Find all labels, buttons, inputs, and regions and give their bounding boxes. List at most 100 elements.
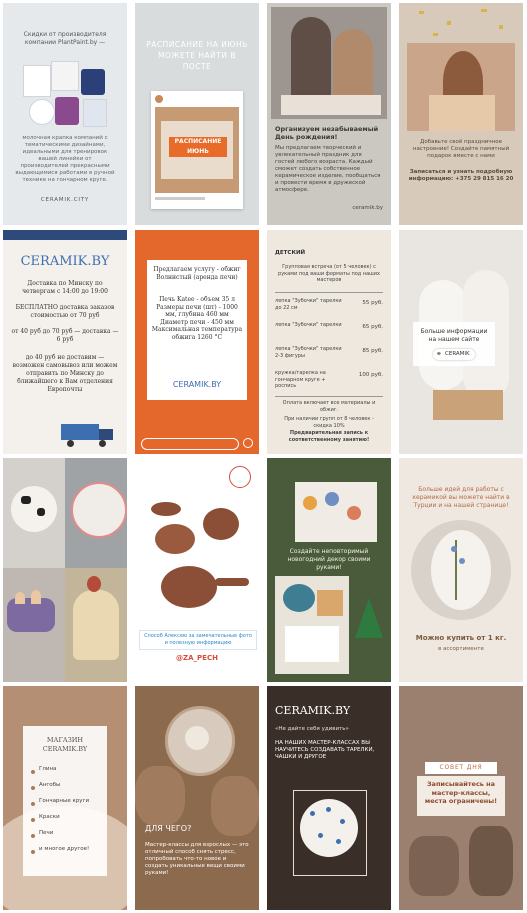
pricelist-header: ДЕТСКИЙ — [275, 250, 306, 256]
price-row: лепка "Зубочки" тарелки до 22 см 55 руб. — [275, 298, 383, 320]
shop-item: Краски — [31, 814, 103, 830]
price-item: лепка "Зубочки" тарелки — [275, 322, 342, 328]
story-tile-teapot[interactable]: Способ Алексею за замечательные фото и п… — [135, 458, 259, 682]
tile-price: Можно купить от 1 кг. — [415, 634, 507, 642]
tile-body: Мастер-классы для взрослых — это отличны… — [145, 842, 249, 876]
confetti — [399, 3, 523, 43]
tip-tag-label: СОВЕТ ДНЯ — [439, 764, 483, 771]
tile-body: Мы предлагаем творческий и увлекательный… — [275, 145, 381, 193]
plate-photo — [411, 520, 511, 620]
delivery-line-3: от 40 руб до 70 руб — доставка — 6 руб — [11, 328, 119, 343]
celebration-photo — [407, 43, 515, 131]
story-tile-schedule[interactable]: РАСПИСАНИЕ НА ИЮНЬ МОЖЕТЕ НАЙТИ В ПОСТЕ … — [135, 3, 259, 225]
shop-item: Печи — [31, 830, 103, 846]
decor-photo-bottom — [275, 576, 349, 674]
link-label: CERAMIK — [445, 351, 470, 357]
delivery-line-4: до 40 руб не доставим — возможен самовыв… — [12, 354, 118, 393]
story-tile-website[interactable]: Больше информации на нашем сайте ⚭ CERAM… — [399, 230, 523, 454]
tile-heading: ДЛЯ ЧЕГО? — [145, 824, 192, 833]
tile-footer: CERAMIK.CITY — [40, 197, 90, 203]
tile-note: в ассортименте — [438, 646, 484, 652]
delivery-line-2: БЕСПЛАТНО доставка заказов стоимостью от… — [15, 304, 115, 319]
story-tile-shop[interactable]: МАГАЗИН CERAMIK.BY Глина Ангобы Гончарны… — [3, 686, 127, 910]
tile-body: НА НАШИХ МАСТЕР-КЛАССАХ ВЫ НАУЧИТЕСЬ СОЗ… — [275, 740, 375, 760]
story-tile-kiln[interactable]: Предлагаем услугу - обжиг Волнистый (аре… — [135, 230, 259, 454]
tile-title: Скидки от производителя компании PlantPa… — [23, 31, 107, 46]
story-tile-masterclass[interactable]: CERAMIK.BY «Не дайте себя удивить» НА НА… — [267, 686, 391, 910]
price-item: лепка "Зубочки" тарелки до 22 см — [275, 298, 342, 311]
shop-item: Ангобы — [31, 782, 103, 798]
tip-card: Записывайтесь на мастер-классы, места ог… — [417, 776, 505, 816]
shop-item: Глина — [31, 766, 103, 782]
story-header-bar — [3, 230, 127, 240]
bullet-icon — [31, 770, 35, 774]
send-icon[interactable] — [243, 438, 253, 448]
decor-photo-top — [295, 482, 377, 542]
website-line-1: Больше информации — [420, 328, 488, 335]
tile-body: Больше идей для работы с керамикой вы мо… — [412, 486, 510, 509]
tip-body: Записывайтесь на мастер-классы, места ог… — [424, 780, 498, 805]
pricelist-note: Оплата включает все материалы и обжиг. — [282, 400, 376, 413]
price-row: лепка "Зубочки" тарелки 2-3 фигуры 85 ру… — [275, 346, 383, 368]
story-tile-delivery[interactable]: CERAMIK.BY Доставка по Минску по четверг… — [3, 230, 127, 454]
price-value: 65 руб. — [362, 324, 383, 330]
bullet-icon — [31, 850, 35, 854]
tile-body: молочная крапка компаний с тематическими… — [15, 135, 115, 183]
bullet-icon — [31, 818, 35, 822]
story-tile-birthday[interactable]: Организуем незабываемый День рождения! М… — [267, 3, 391, 225]
pricelist-intro: Групповая встреча (от 5 человек) с рукам… — [278, 264, 380, 283]
collage-top-right — [65, 458, 127, 568]
shop-card: МАГАЗИН CERAMIK.BY Глина Ангобы Гончарны… — [23, 726, 107, 876]
teapot-photo — [143, 478, 251, 618]
divider — [275, 292, 383, 293]
link-sticker[interactable]: ⚭ CERAMIK — [433, 349, 475, 360]
tile-brand: CERAMIK.BY — [275, 704, 351, 717]
delivery-line-1: Доставка по Минску по четвергам с 14:00 … — [22, 280, 108, 295]
story-tile-clay[interactable]: Больше идей для работы с керамикой вы мо… — [399, 458, 523, 682]
price-value: 85 руб. — [362, 348, 383, 354]
bullet-icon — [31, 802, 35, 806]
tile-body: Печь Katee - объем 35 л Размеры печи (шт… — [151, 296, 243, 341]
tile-body: Добавьте своё праздничное настроение! Со… — [412, 139, 510, 159]
website-line-2: на нашем сайте — [428, 336, 480, 343]
tile-caption: Способ Алексею за замечательные фото и п… — [144, 633, 252, 646]
story-tile-supplies[interactable]: Скидки от производителя компании PlantPa… — [3, 3, 127, 225]
story-tile-newyear[interactable]: Создайте неповторимый новогодний декор с… — [267, 458, 391, 682]
tile-handle[interactable]: @ZA_PECH — [165, 654, 229, 663]
website-card[interactable]: Больше информации на нашем сайте ⚭ CERAM… — [413, 322, 495, 366]
tile-title: Предлагаем услугу - обжиг Волнистый (аре… — [153, 266, 241, 281]
product-photo — [21, 59, 109, 129]
tile-cta: Записаться и узнать подробную информацию… — [408, 169, 514, 182]
link-icon: ⚭ — [436, 350, 442, 358]
schedule-sticker: РАСПИСАНИЕ ИЮНЬ — [169, 137, 227, 157]
story-tile-collage[interactable] — [3, 458, 127, 682]
tile-brand: CERAMIK.BY — [20, 254, 110, 269]
price-row: кружка/тарелка на гончарном круге + росп… — [275, 370, 383, 392]
tile-headline: РАСПИСАНИЕ НА ИЮНЬ МОЖЕТЕ НАЙТИ В ПОСТЕ — [146, 40, 248, 71]
post-preview-card[interactable]: РАСПИСАНИЕ ИЮНЬ — [151, 91, 243, 209]
reply-field[interactable] — [141, 438, 239, 450]
divider — [275, 396, 383, 397]
price-item: кружка/тарелка на гончарном круге + росп… — [275, 370, 326, 389]
pricelist-note: При наличии групп от 8 человек - скидка … — [284, 416, 374, 429]
truck-icon — [61, 420, 121, 448]
price-value: 100 руб. — [358, 372, 383, 378]
tile-heading: Организуем незабываемый День рождения! — [275, 125, 379, 141]
kiln-info-card: Предлагаем услугу - обжиг Волнистый (аре… — [147, 260, 247, 400]
tile-handle: ceramik.by — [352, 205, 383, 211]
price-row: лепка "Зубочки" тарелки 65 руб. — [275, 322, 383, 344]
price-item: лепка "Зубочки" тарелки 2-3 фигуры — [275, 346, 342, 359]
bullet-icon — [31, 834, 35, 838]
story-tile-tip[interactable]: СОВЕТ ДНЯ Записывайтесь на мастер-классы… — [399, 686, 523, 910]
shop-item: и многое другое! — [31, 846, 103, 862]
shop-title: МАГАЗИН CERAMIK.BY — [42, 736, 88, 753]
story-tile-why[interactable]: ДЛЯ ЧЕГО? Мастер-классы для взрослых — э… — [135, 686, 259, 910]
story-tile-pricelist[interactable]: ДЕТСКИЙ Групповая встреча (от 5 человек)… — [267, 230, 391, 454]
tile-body: Создайте неповторимый новогодний декор с… — [287, 548, 371, 571]
price-value: 55 руб. — [362, 300, 383, 306]
collage-bottom-right — [65, 568, 127, 682]
tile-brand: CERAMIK.BY — [172, 380, 222, 389]
stories-grid: Скидки от производителя компании PlantPa… — [0, 0, 527, 913]
story-tile-celebration[interactable]: Добавьте своё праздничное настроение! Со… — [399, 3, 523, 225]
tile-sub: «Не дайте себя удивить» — [275, 726, 349, 732]
